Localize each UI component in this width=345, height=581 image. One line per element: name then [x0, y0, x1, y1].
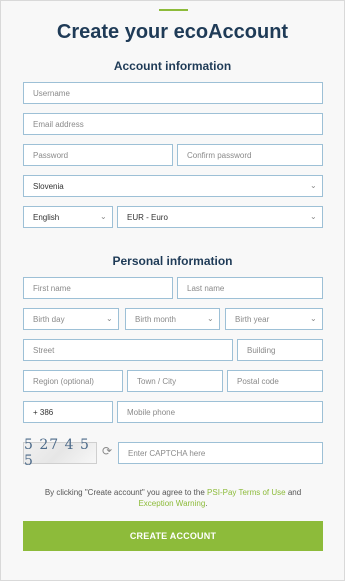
signup-card: Create your ecoAccount Account informati… [0, 0, 345, 581]
terms-suffix: . [205, 499, 208, 508]
confirm-password-input[interactable]: Confirm password [177, 144, 323, 166]
chevron-down-icon: ⌄ [310, 181, 317, 190]
birth-month-select[interactable]: Birth month ⌄ [125, 308, 220, 330]
currency-value: EUR - Euro [127, 212, 168, 222]
language-select[interactable]: English ⌄ [23, 206, 113, 228]
captcha-input[interactable]: Enter CAPTCHA here [118, 442, 323, 464]
email-input[interactable]: Email address [23, 113, 323, 135]
birth-year-select[interactable]: Birth year ⌄ [225, 308, 323, 330]
street-input[interactable]: Street [23, 339, 233, 361]
chevron-down-icon: ⌄ [310, 212, 317, 221]
last-name-input[interactable]: Last name [177, 277, 323, 299]
birth-year-label: Birth year [235, 314, 270, 324]
mobile-phone-input[interactable]: Mobile phone [117, 401, 323, 423]
section-personal-heading: Personal information [112, 254, 233, 268]
chevron-down-icon: ⌄ [207, 314, 214, 323]
first-name-input[interactable]: First name [23, 277, 173, 299]
username-input[interactable]: Username [23, 82, 323, 104]
birth-day-select[interactable]: Birth day ⌄ [23, 308, 119, 330]
section-account-heading: Account information [113, 59, 232, 73]
terms-of-use-link[interactable]: PSI-Pay Terms of Use [207, 488, 286, 497]
country-value: Slovenia [33, 181, 64, 191]
birth-day-label: Birth day [33, 314, 65, 324]
title-accent-line [159, 9, 188, 11]
birth-month-label: Birth month [135, 314, 176, 324]
town-input[interactable]: Town / City [127, 370, 223, 392]
region-input[interactable]: Region (optional) [23, 370, 123, 392]
chevron-down-icon: ⌄ [106, 314, 113, 323]
refresh-icon[interactable]: ⟳ [102, 445, 114, 457]
phone-prefix-input[interactable]: + 386 [23, 401, 113, 423]
building-input[interactable]: Building [237, 339, 323, 361]
terms-and: and [287, 488, 302, 497]
page-title: Create your ecoAccount [56, 21, 289, 43]
language-value: English [33, 212, 60, 222]
chevron-down-icon: ⌄ [310, 314, 317, 323]
exception-warning-link[interactable]: Exception Warning [138, 499, 205, 508]
currency-select[interactable]: EUR - Euro ⌄ [117, 206, 323, 228]
terms-text: By clicking "Create account" you agree t… [23, 487, 323, 509]
chevron-down-icon: ⌄ [100, 212, 107, 221]
terms-prefix: By clicking "Create account" you agree t… [44, 488, 205, 497]
country-select[interactable]: Slovenia ⌄ [23, 175, 323, 197]
create-account-button[interactable]: CREATE ACCOUNT [23, 521, 323, 551]
postal-code-input[interactable]: Postal code [227, 370, 323, 392]
password-input[interactable]: Password [23, 144, 173, 166]
captcha-image: 5 27 4 5 5 [23, 437, 97, 469]
